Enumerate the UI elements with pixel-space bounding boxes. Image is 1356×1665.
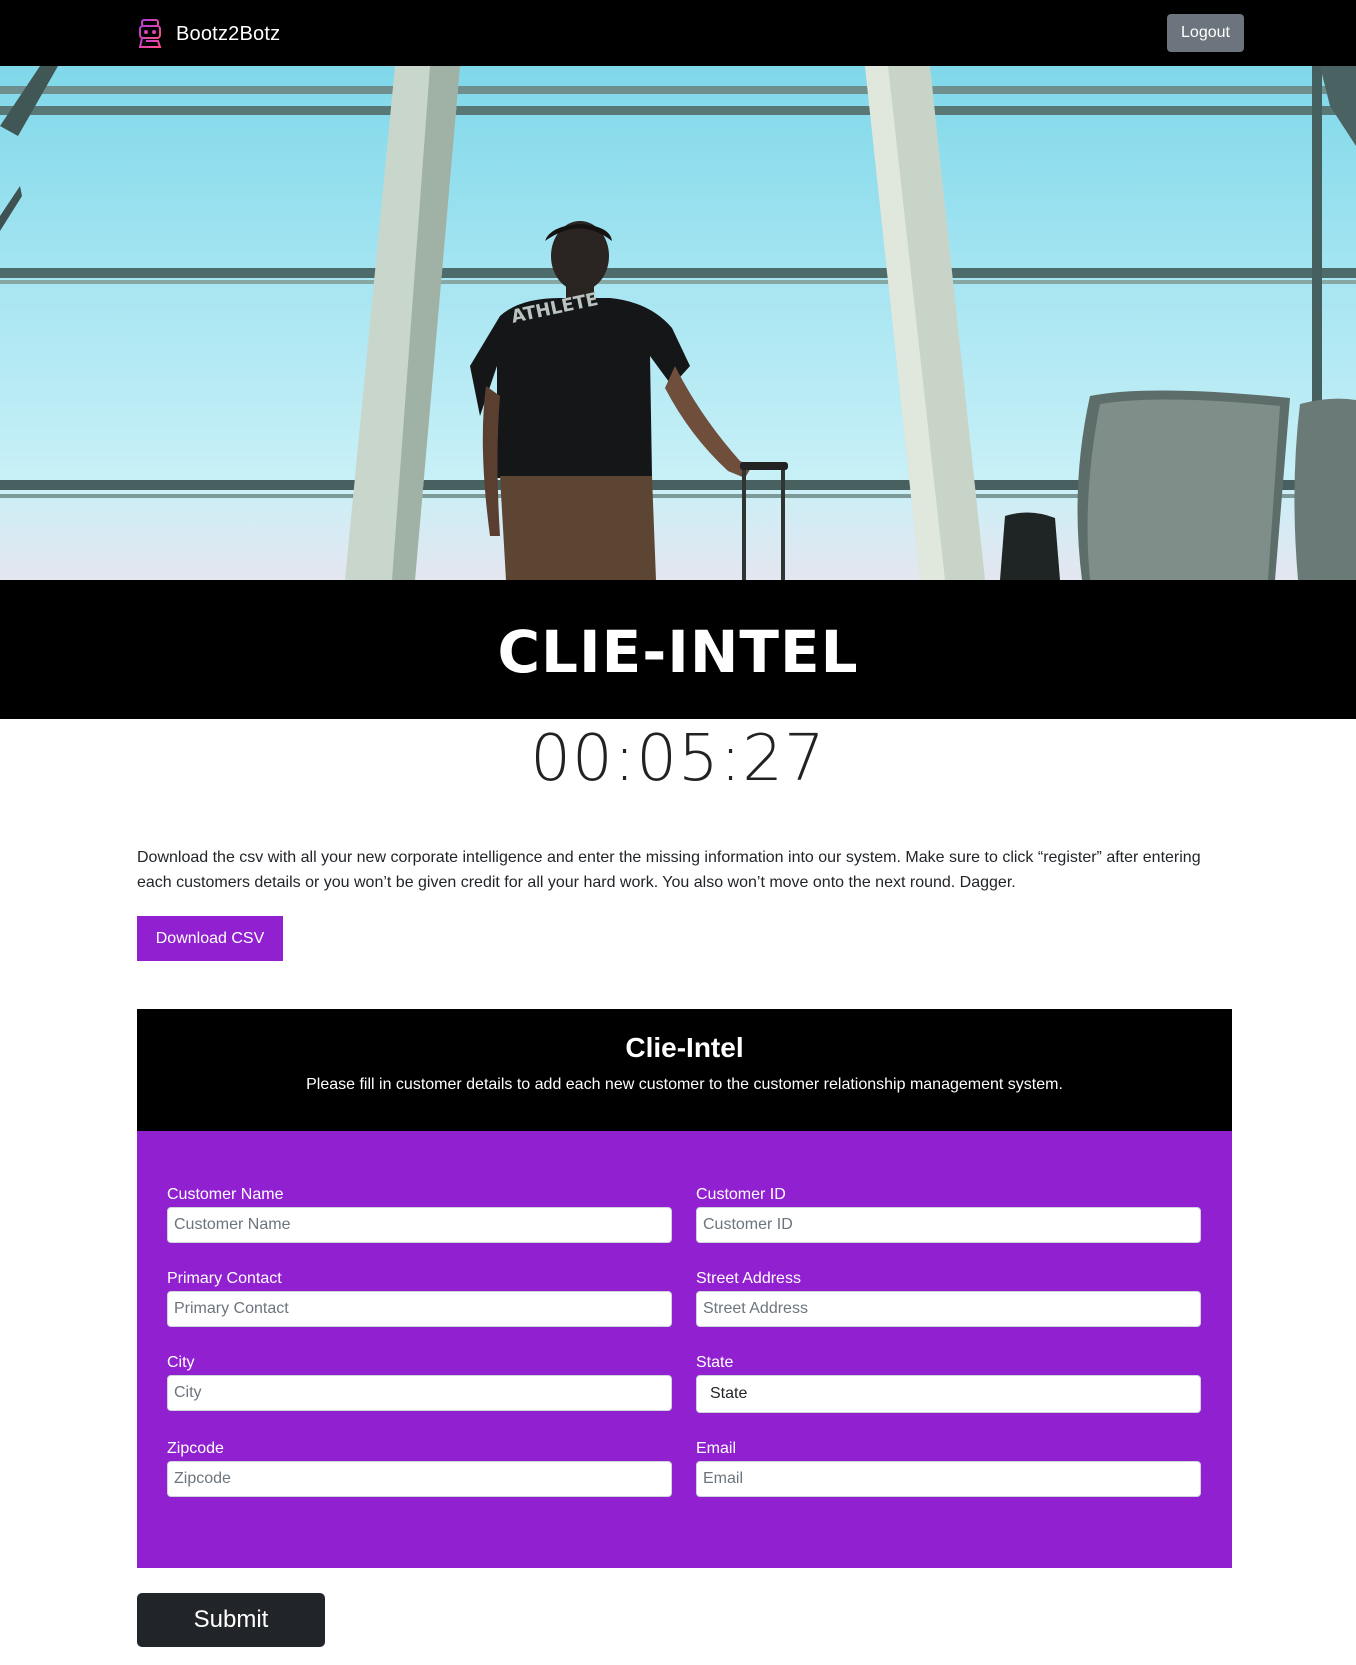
customer-id-input[interactable]: [696, 1207, 1201, 1243]
download-csv-button[interactable]: Download CSV: [137, 916, 283, 961]
brand-link[interactable]: Bootz2Botz: [136, 18, 280, 50]
state-group: State State: [696, 1353, 1201, 1413]
instructions-text: Download the csv with all your new corpo…: [137, 849, 1201, 891]
hero-image: ATHLETE: [0, 66, 1356, 580]
email-input[interactable]: [696, 1461, 1201, 1497]
customer-name-label: Customer Name: [167, 1186, 284, 1203]
customer-name-input[interactable]: [167, 1207, 672, 1243]
primary-contact-input[interactable]: [167, 1291, 672, 1327]
form-header: Clie-Intel Please fill in customer detai…: [137, 1009, 1232, 1131]
street-address-group: Street Address: [696, 1269, 1201, 1327]
logout-button[interactable]: Logout: [1167, 14, 1244, 52]
navbar: Bootz2Botz Logout: [0, 0, 1356, 66]
email-group: Email: [696, 1439, 1201, 1497]
form-subtitle: Please fill in customer details to add e…: [306, 1076, 1063, 1093]
customer-id-group: Customer ID: [696, 1185, 1201, 1243]
page-title: CLIE-INTEL: [497, 618, 859, 686]
zipcode-group: Zipcode: [167, 1439, 672, 1497]
state-label: State: [696, 1354, 734, 1371]
city-group: City: [167, 1353, 672, 1411]
title-banner: CLIE-INTEL: [0, 580, 1356, 719]
zipcode-label: Zipcode: [167, 1440, 224, 1457]
city-input[interactable]: [167, 1375, 672, 1411]
street-address-input[interactable]: [696, 1291, 1201, 1327]
brand-name: Bootz2Botz: [176, 22, 281, 45]
form-title: Clie-Intel: [625, 1032, 744, 1063]
robot-logo-icon: [138, 19, 162, 48]
city-label: City: [167, 1354, 195, 1371]
submit-button[interactable]: Submit: [137, 1593, 325, 1647]
email-label: Email: [696, 1440, 737, 1457]
primary-contact-group: Primary Contact: [167, 1269, 672, 1327]
state-select[interactable]: State: [696, 1375, 1201, 1413]
customer-name-group: Customer Name: [167, 1185, 672, 1243]
street-address-label: Street Address: [696, 1270, 801, 1287]
customer-form: Customer Name Customer ID Primary Contac…: [137, 1131, 1232, 1568]
zipcode-input[interactable]: [167, 1461, 672, 1497]
customer-id-label: Customer ID: [696, 1186, 786, 1203]
countdown-timer: 00:05:27: [530, 722, 826, 796]
primary-contact-label: Primary Contact: [167, 1270, 282, 1287]
